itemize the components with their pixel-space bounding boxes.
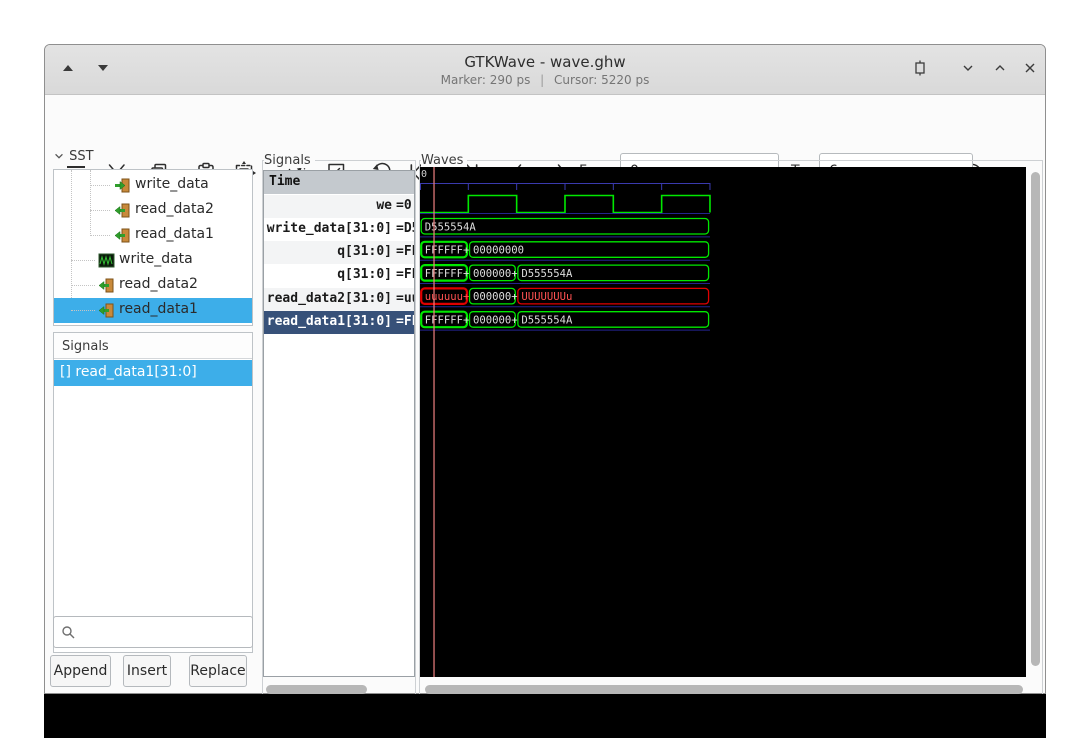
svg-text:uuuuuu+: uuuuuu+ <box>425 291 470 303</box>
port-out-icon <box>114 202 131 219</box>
signal-search-box <box>53 616 253 648</box>
signal-row-q[31:0][interactable]: q[31:0]=FFFFFFFF <box>264 241 414 265</box>
port-out-icon <box>98 277 115 294</box>
svg-text:D555554A: D555554A <box>521 268 573 280</box>
tree-guide-stub <box>71 260 95 261</box>
signal-value: =D555554A <box>396 220 414 236</box>
sst-item-label: read_data1 <box>119 301 198 317</box>
sst-item-read_data2[interactable]: read_data2 <box>54 273 252 298</box>
svg-text:FFFFFF+: FFFFFF+ <box>425 245 470 257</box>
port-out-icon <box>98 302 115 319</box>
sst-section-header[interactable]: SST <box>53 149 94 164</box>
svg-text:000000+: 000000+ <box>473 291 518 303</box>
tree-guide-stub <box>90 210 110 211</box>
signal-search-panel: Signals [] read_data1[31:0] <box>53 332 253 653</box>
marker-status: Marker: 290 ps <box>440 73 531 87</box>
signal-value: =0 <box>396 197 412 213</box>
search-icon <box>62 626 75 639</box>
sst-item-label: read_data1 <box>135 226 214 242</box>
svg-text:00000000: 00000000 <box>473 245 524 257</box>
signal-name: write_data[31:0] <box>266 220 392 236</box>
svg-text:FFFFFF+: FFFFFF+ <box>425 315 470 327</box>
signal-row-we[interactable]: we =0 <box>264 194 414 218</box>
sst-tree[interactable]: write_data read_data2 read_data1 write_data… <box>53 169 253 326</box>
wave-canvas[interactable]: 0 D555554A FFFFFF+ 00000000 FFFFFF+ 000000+ D5… <box>420 167 1026 677</box>
signal-value: =uuuuuuuu <box>396 290 414 306</box>
sst-item-read_data1[interactable]: read_data1 <box>54 298 252 323</box>
chevron-up-icon <box>995 65 1005 71</box>
marker-cursor-status: Marker: 290 ps | Cursor: 5220 ps <box>45 73 1045 87</box>
window-title: GTKWave - wave.ghw <box>464 53 626 71</box>
signals-frame-label: Signals <box>264 153 315 168</box>
sst-item-read_data2[interactable]: read_data2 <box>54 198 252 223</box>
close-button[interactable] <box>1021 59 1039 77</box>
svg-text:UUUUUUUu: UUUUUUUu <box>521 291 572 303</box>
sst-label: SST <box>69 149 94 164</box>
tree-guide-stub <box>71 285 95 286</box>
port-in-icon <box>114 177 131 194</box>
signal-name: we <box>376 197 392 213</box>
time-header[interactable]: Time <box>264 171 414 194</box>
titlebar[interactable]: GTKWave - wave.ghw Marker: 290 ps | Curs… <box>45 45 1045 95</box>
signal-name: q[31:0] <box>337 244 392 260</box>
cursor-status: Cursor: 5220 ps <box>554 73 650 87</box>
toolbar: From: To: <box>45 95 1045 188</box>
search-input[interactable] <box>80 618 250 646</box>
signal-name: read_data1[31:0] <box>266 314 392 329</box>
waves-hscrollbar[interactable] <box>425 685 1023 694</box>
sst-item-label: read_data2 <box>119 276 198 292</box>
sst-item-label: write_data <box>119 251 193 267</box>
signal-search-header: Signals <box>54 333 252 359</box>
chevron-down-icon <box>963 65 973 71</box>
sst-item-label: write_data <box>135 176 209 192</box>
signal-value: =FFFFFFFF <box>396 244 414 260</box>
minimize-button[interactable] <box>959 59 977 77</box>
svg-text:0: 0 <box>421 169 427 180</box>
signal-row-read_data1[31:0][interactable]: read_data1[31:0] =FFFFFFFF <box>264 311 414 334</box>
keep-above-button[interactable] <box>911 59 929 77</box>
signal-value: =FFFFFFFF <box>396 314 414 329</box>
replace-button[interactable]: Replace <box>189 655 247 687</box>
keep-above-icon <box>915 60 925 76</box>
waves-vscrollbar[interactable] <box>1031 172 1040 666</box>
insert-button[interactable]: Insert <box>123 655 171 687</box>
signal-value: =FFFFFFFF <box>396 267 414 283</box>
desktop-background <box>44 694 1046 738</box>
signal-name-panel[interactable]: Time we=0write_data[31:0]=D555554Aq[31:0… <box>263 170 415 677</box>
tree-guide-stub <box>90 185 110 186</box>
sst-item-label: read_data2 <box>135 201 214 217</box>
status-separator: | <box>540 73 545 87</box>
signal-name: read_data2[31:0] <box>266 290 392 306</box>
signal-icon <box>98 252 115 269</box>
signals-hscrollbar[interactable] <box>266 685 367 694</box>
tree-guide-stub <box>90 235 110 236</box>
svg-text:D555554A: D555554A <box>521 315 573 327</box>
signal-search-selected-item[interactable]: [] read_data1[31:0] <box>54 360 252 386</box>
svg-text:000000+: 000000+ <box>473 268 518 280</box>
append-button[interactable]: Append <box>50 655 111 687</box>
chevron-expand-icon <box>55 153 63 159</box>
tree-guide-stub <box>71 310 95 311</box>
waves-frame-label: Waves <box>421 153 468 168</box>
sst-item-write_data[interactable]: write_data <box>54 173 252 198</box>
signal-row-read_data2[31:0][interactable]: read_data2[31:0]=uuuuuuuu <box>264 287 414 311</box>
signal-name: q[31:0] <box>337 267 392 283</box>
signal-row-q[31:0][interactable]: q[31:0]=FFFFFFFF <box>264 264 414 287</box>
svg-text:FFFFFF+: FFFFFF+ <box>425 268 470 280</box>
sst-item-read_data1[interactable]: read_data1 <box>54 223 252 248</box>
gtkwave-window: GTKWave - wave.ghw Marker: 290 ps | Curs… <box>44 44 1046 696</box>
port-out-icon <box>114 227 131 244</box>
sst-item-write_data[interactable]: write_data <box>54 248 252 273</box>
svg-text:D555554A: D555554A <box>425 221 477 233</box>
svg-text:000000+: 000000+ <box>473 315 518 327</box>
close-icon <box>1025 63 1035 73</box>
maximize-button[interactable] <box>991 59 1009 77</box>
signal-row-write_data[31:0][interactable]: write_data[31:0]=D555554A <box>264 218 414 241</box>
